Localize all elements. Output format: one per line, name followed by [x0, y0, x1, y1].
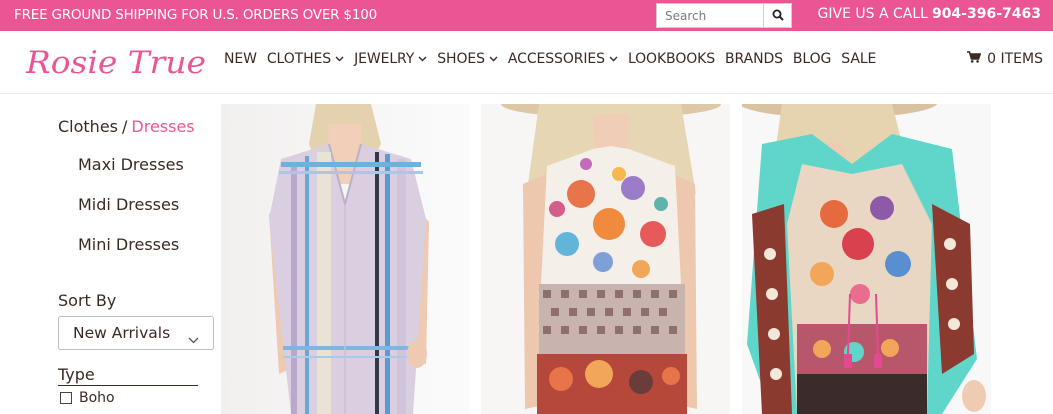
- nav-item-lookbooks[interactable]: LOOKBOOKS: [628, 51, 715, 67]
- breadcrumb-separator: /: [122, 117, 128, 136]
- nav-item-brands[interactable]: BRANDS: [725, 51, 783, 67]
- sort-select[interactable]: New Arrivals: [58, 316, 214, 350]
- nav-item-label: BRANDS: [725, 51, 783, 67]
- type-option-boho[interactable]: Boho: [60, 390, 115, 406]
- cart-count: 0 ITEMS: [987, 51, 1043, 67]
- nav-item-sale[interactable]: SALE: [841, 51, 876, 67]
- nav-item-label: SALE: [841, 51, 877, 67]
- filter-sidebar: Clothes / Dresses Maxi Dresses Midi Dresse…: [0, 94, 220, 414]
- search-box[interactable]: [656, 3, 792, 28]
- type-option-label: Boho: [79, 390, 115, 406]
- main-nav: NEW CLOTHES JEWELRY SHOES ACCESSORIES LOOKBOO…: [224, 51, 886, 67]
- search-input[interactable]: [657, 4, 764, 27]
- nav-item-label: CLOTHES: [266, 51, 332, 67]
- svg-text:Rosie True: Rosie True: [25, 45, 206, 81]
- subcategory-maxi-dresses[interactable]: Maxi Dresses: [78, 155, 184, 174]
- shipping-promo-text: FREE GROUND SHIPPING FOR U.S. ORDERS OVE…: [14, 7, 377, 23]
- search-button[interactable]: [763, 4, 791, 27]
- rosie-true-logo[interactable]: Rosie True: [24, 39, 210, 83]
- nav-item-shoes[interactable]: SHOES: [437, 51, 498, 67]
- nav-item-label: BLOG: [792, 51, 832, 67]
- nav-item-new[interactable]: NEW: [224, 51, 257, 67]
- type-filter-label: Type: [58, 365, 198, 386]
- breadcrumb-current: Dresses: [131, 117, 195, 136]
- chevron-down-icon: [188, 329, 199, 348]
- chevron-down-icon: [418, 56, 427, 62]
- shopping-cart-icon: [967, 51, 987, 67]
- product-image-striped-tunic[interactable]: [221, 104, 470, 414]
- subcategory-midi-dresses[interactable]: Midi Dresses: [78, 195, 179, 214]
- breadcrumb: Clothes / Dresses: [58, 117, 195, 136]
- nav-item-label: ACCESSORIES: [507, 51, 605, 67]
- chevron-down-icon: [335, 56, 344, 62]
- sort-selected-value: New Arrivals: [73, 324, 171, 342]
- nav-item-accessories[interactable]: ACCESSORIES: [508, 51, 618, 67]
- cart-button[interactable]: 0 ITEMS: [967, 51, 1043, 67]
- nav-item-label: LOOKBOOKS: [627, 51, 716, 67]
- checkbox[interactable]: [60, 392, 72, 404]
- search-icon: [772, 6, 784, 25]
- product-image-paisley-kaftan[interactable]: [742, 104, 991, 414]
- promo-bar: FREE GROUND SHIPPING FOR U.S. ORDERS OVE…: [0, 0, 1053, 31]
- nav-item-clothes[interactable]: CLOTHES: [267, 51, 344, 67]
- nav-item-label: JEWELRY: [354, 51, 415, 67]
- subcategory-mini-dresses[interactable]: Mini Dresses: [78, 235, 179, 254]
- breadcrumb-parent[interactable]: Clothes: [58, 117, 118, 136]
- chevron-down-icon: [489, 56, 498, 62]
- nav-item-jewelry[interactable]: JEWELRY: [354, 51, 427, 67]
- phone-number[interactable]: 904-396-7463: [932, 6, 1041, 22]
- nav-item-blog[interactable]: BLOG: [793, 51, 831, 67]
- nav-item-label: NEW: [224, 51, 257, 67]
- product-image-floral-dress[interactable]: [481, 104, 730, 414]
- chevron-down-icon: [609, 56, 618, 62]
- nav-item-label: SHOES: [437, 51, 485, 67]
- call-label: GIVE US A CALL: [817, 6, 928, 22]
- sort-label: Sort By: [58, 291, 117, 310]
- site-header: Rosie True NEW CLOTHES JEWELRY SHOES ACCESSO…: [0, 31, 1053, 94]
- call-us: GIVE US A CALL 904-396-7463: [818, 6, 1041, 22]
